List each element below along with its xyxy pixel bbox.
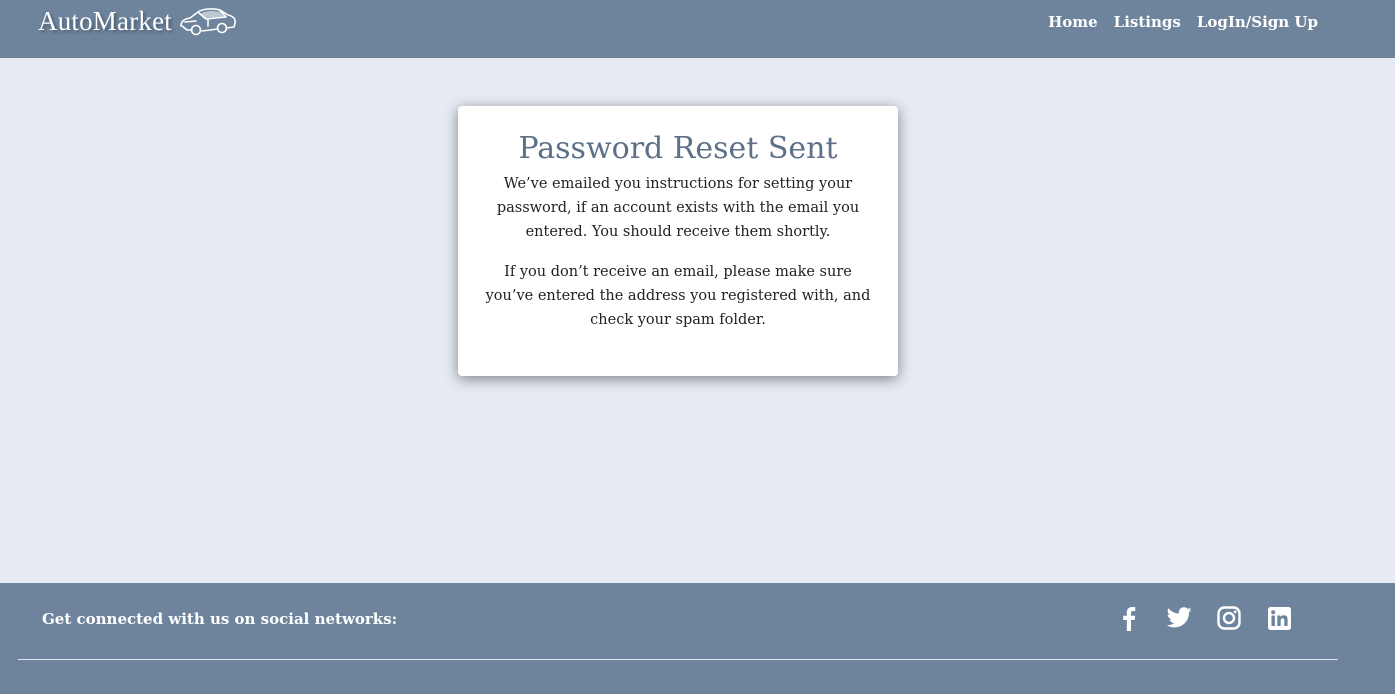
password-reset-card: Password Reset Sent We’ve emailed you in…	[458, 106, 898, 376]
social-links	[1116, 605, 1292, 631]
navbar: AutoMarket Home Listings LogIn/Sign Up	[0, 0, 1395, 58]
reset-instructions-text: We’ve emailed you instructions for setti…	[496, 176, 860, 240]
nav-links: Home Listings LogIn/Sign Up	[1048, 12, 1318, 32]
page-title: Password Reset Sent	[518, 131, 838, 166]
instagram-icon[interactable]	[1216, 605, 1242, 631]
linkedin-icon[interactable]	[1266, 605, 1292, 631]
social-networks-text: Get connected with us on social networks…	[42, 610, 398, 628]
twitter-icon[interactable]	[1166, 605, 1192, 631]
nav-link-login-signup[interactable]: LogIn/Sign Up	[1197, 12, 1318, 32]
brand-logo[interactable]: AutoMarket	[38, 4, 238, 38]
footer: Get connected with us on social networks…	[0, 583, 1395, 694]
car-icon	[180, 8, 236, 36]
facebook-icon[interactable]	[1116, 605, 1142, 631]
nav-link-listings[interactable]: Listings	[1114, 12, 1181, 32]
brand-name: AutoMarket	[38, 5, 172, 36]
nav-link-home[interactable]: Home	[1048, 12, 1098, 32]
footer-divider	[18, 659, 1338, 660]
reset-help-text: If you don’t receive an email, please ma…	[485, 264, 871, 328]
